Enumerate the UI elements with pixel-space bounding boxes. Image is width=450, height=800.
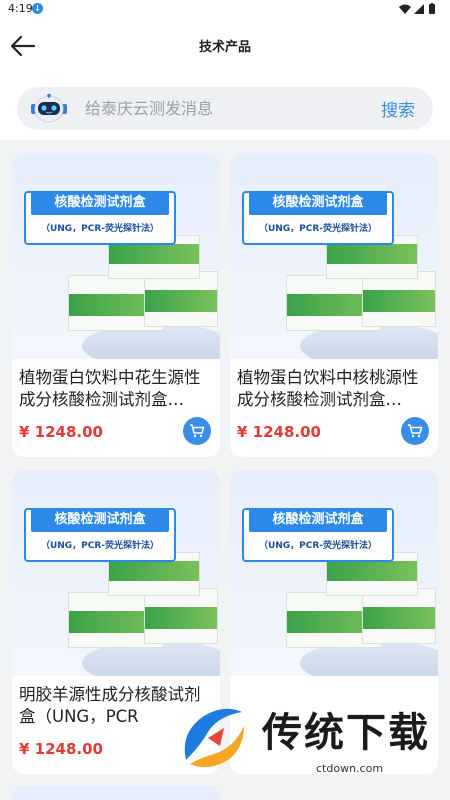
status-icons [399,3,435,14]
add-to-cart-button[interactable] [401,417,429,445]
product-banner-subtitle: （UNG，PCR-荧光探针法） [40,541,160,551]
add-to-cart-button[interactable] [183,417,211,445]
status-time: 4:19 [8,2,33,15]
product-card[interactable] [12,786,220,800]
product-card[interactable]: 核酸检测试剂盒 （UNG，PCR-荧光探针法） 植物蛋白饮料中核桃源性成分核酸检… [230,153,438,457]
status-bar: 4:19 ↓ [0,0,450,20]
robot-assistant-icon [31,93,67,123]
product-name[interactable]: 植物蛋白饮料中核桃源性成分核酸检测试剂盒… [237,367,429,411]
product-banner: 核酸检测试剂盒 （UNG，PCR-荧光探针法） [24,191,176,245]
product-banner-subtitle: （UNG，PCR-荧光探针法） [258,224,378,234]
cart-icon [408,424,423,438]
product-banner-title: 核酸检测试剂盒 [249,508,387,532]
product-banner-subtitle: （UNG，PCR-荧光探针法） [258,541,378,551]
search-button[interactable]: 搜索 [381,96,415,121]
product-banner: 核酸检测试剂盒 （UNG，PCR-荧光探针法） [242,191,394,245]
product-price: ¥ 1248.00 [237,423,321,441]
search-box[interactable]: 搜索 [17,87,433,130]
watermark-url: ctdown.com [316,762,384,775]
download-notification-icon: ↓ [32,3,43,14]
product-name[interactable]: 植物蛋白饮料中花生源性成分核酸检测试剂盒… [19,367,211,411]
product-image[interactable]: 核酸检测试剂盒 （UNG，PCR-荧光探针法） [230,153,438,359]
product-price: ¥ 1248.00 [19,423,103,441]
watermark-logo-icon [184,708,244,768]
watermark: 传统下载 ctdown.com [170,690,440,785]
product-image[interactable]: 核酸检测试剂盒 （UNG，PCR-荧光探针法） [12,470,220,676]
battery-icon [429,4,435,14]
product-banner-title: 核酸检测试剂盒 [31,508,169,532]
product-banner: 核酸检测试剂盒 （UNG，PCR-荧光探针法） [242,508,394,562]
signal-icon [414,4,424,14]
app-header: 技术产品 [0,20,450,72]
product-image[interactable]: 核酸检测试剂盒 （UNG，PCR-荧光探针法） [230,470,438,676]
wifi-icon [399,4,411,14]
product-banner: 核酸检测试剂盒 （UNG，PCR-荧光探针法） [24,508,176,562]
search-bar-container: 搜索 [0,72,450,140]
product-card[interactable]: 核酸检测试剂盒 （UNG，PCR-荧光探针法） 植物蛋白饮料中花生源性成分核酸检… [12,153,220,457]
product-banner-title: 核酸检测试剂盒 [31,191,169,215]
watermark-text: 传统下载 [262,710,430,756]
search-input[interactable] [85,87,365,130]
product-image[interactable]: 核酸检测试剂盒 （UNG，PCR-荧光探针法） [12,153,220,359]
cart-icon [190,424,205,438]
page-title: 技术产品 [198,40,251,55]
product-banner-title: 核酸检测试剂盒 [249,191,387,215]
screen: 4:19 ↓ 技术产品 给泰庆云测发消息 搜索 核酸检测试剂盒 （UNG，PCR… [0,0,450,800]
product-price: ¥ 1248.00 [19,740,103,758]
product-banner-subtitle: （UNG，PCR-荧光探针法） [40,224,160,234]
